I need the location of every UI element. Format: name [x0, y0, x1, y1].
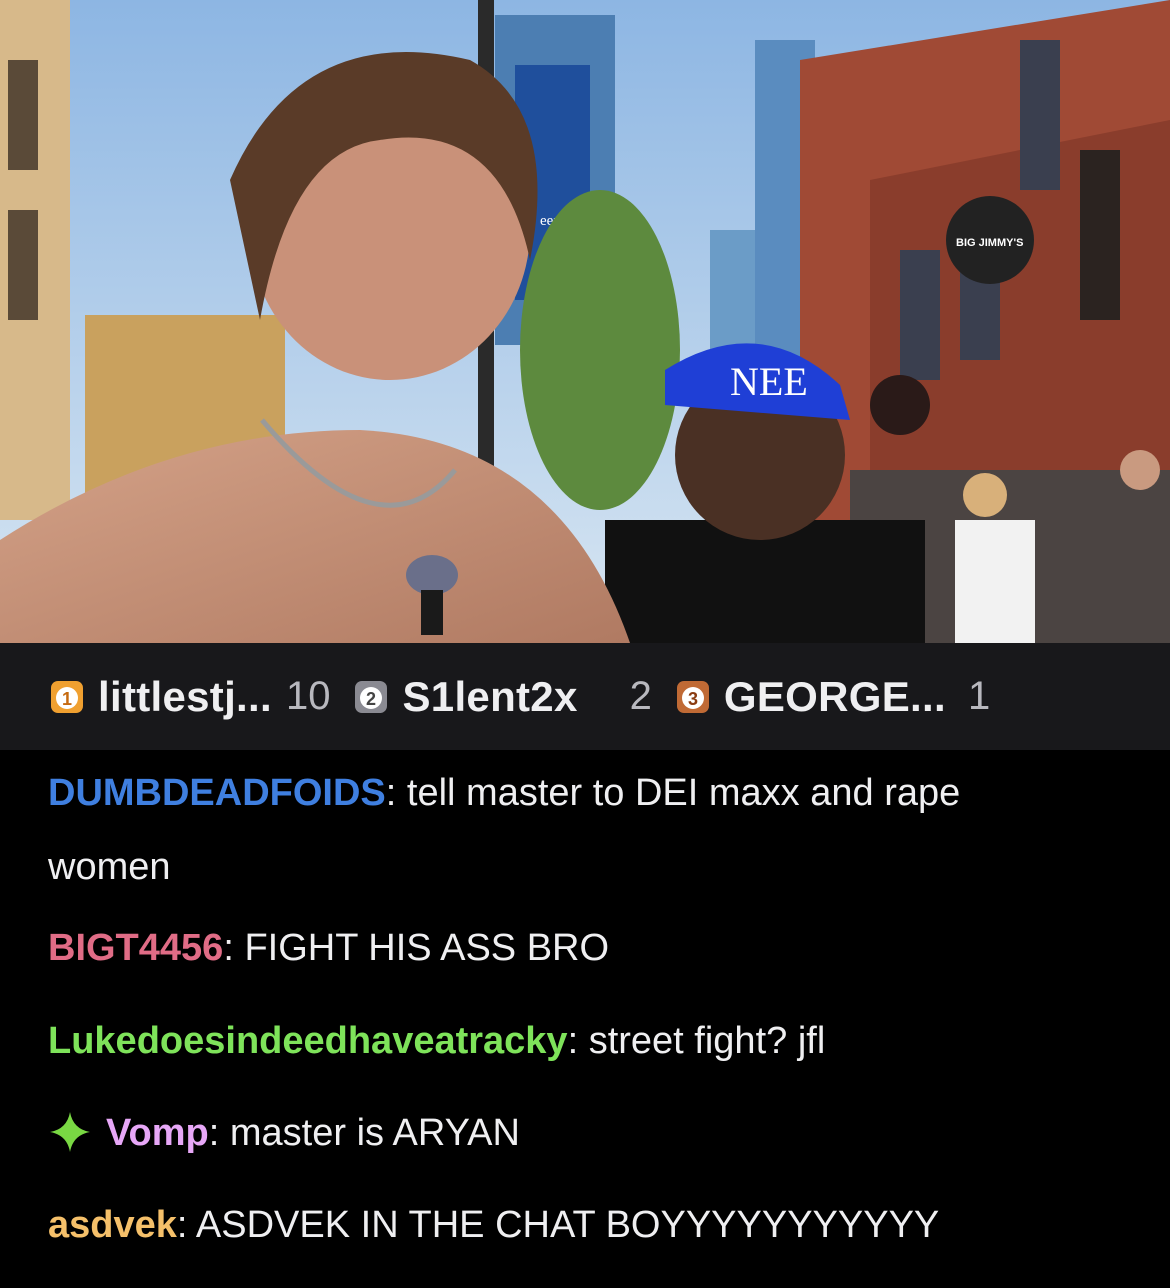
leaderboard-entry-2[interactable]: 2 S1lent2x 2: [352, 643, 652, 750]
chat-username[interactable]: asdvek: [48, 1204, 177, 1246]
chat-username[interactable]: Vomp: [106, 1112, 209, 1154]
chat-message: asdvek: ASDVEK IN THE CHAT BOYYYYYYYYYYY: [48, 1204, 940, 1246]
video-frame: eep the beat BIG JIMMY'S NEE: [0, 0, 1170, 643]
leaderboard-name: littlestj...: [98, 672, 272, 720]
chat-message: DUMBDEADFOIDS: tell master to DEI maxx a…: [48, 762, 1128, 898]
svg-text:BIG JIMMY'S: BIG JIMMY'S: [956, 237, 1023, 249]
leaderboard-name: GEORGE...: [723, 672, 946, 720]
silver-medal-icon: 2: [355, 680, 388, 713]
chat-username[interactable]: Lukedoesindeedhaveatracky: [48, 1020, 568, 1062]
leaderboard-count: 2: [629, 674, 652, 718]
chat-text: FIGHT HIS ASS BRO: [244, 927, 610, 969]
chat-username[interactable]: DUMBDEADFOIDS: [48, 772, 386, 814]
gold-medal-icon: 1: [51, 680, 83, 713]
leaderboard-count: 1: [967, 674, 991, 718]
leaderboard-name: S1lent2x: [402, 672, 578, 720]
chat-text: tell master to DEI maxx and rape: [406, 772, 961, 814]
chat-message: Vomp: master is ARYAN: [48, 1102, 1128, 1164]
chat-message: Lukedoesindeedhaveatracky: street fight?…: [48, 1020, 826, 1062]
svg-text:2: 2: [366, 689, 376, 709]
chat-username[interactable]: BIGT4456: [48, 927, 223, 969]
chat-message: BIGT4456: FIGHT HIS ASS BRO: [48, 927, 610, 969]
video-player[interactable]: eep the beat BIG JIMMY'S NEE: [0, 0, 1170, 643]
chat-text: street fight? jfl: [588, 1020, 826, 1062]
bronze-medal-icon: 3: [676, 680, 709, 713]
leaderboard-entry-3[interactable]: 3 GEORGE... 1: [674, 643, 990, 750]
sparkle-icon: [50, 1112, 90, 1152]
chat-text-continued: women: [48, 846, 171, 888]
leaderboard-entry-1[interactable]: 1 littlestj... 10: [48, 643, 330, 750]
svg-text:1: 1: [62, 689, 72, 709]
chat-feed[interactable]: DUMBDEADFOIDS: tell master to DEI maxx a…: [0, 750, 1170, 1288]
gift-leaderboard: 1 littlestj... 10 2 S1lent2x 2 3 GEORGE.…: [0, 643, 1170, 750]
chat-text: master is ARYAN: [229, 1112, 520, 1154]
svg-text:3: 3: [688, 689, 698, 709]
svg-text:NEE: NEE: [730, 359, 808, 404]
chat-text: ASDVEK IN THE CHAT BOYYYYYYYYYYY: [195, 1204, 940, 1246]
stream-app: eep the beat BIG JIMMY'S NEE: [0, 0, 1170, 1288]
leaderboard-count: 10: [285, 674, 331, 718]
